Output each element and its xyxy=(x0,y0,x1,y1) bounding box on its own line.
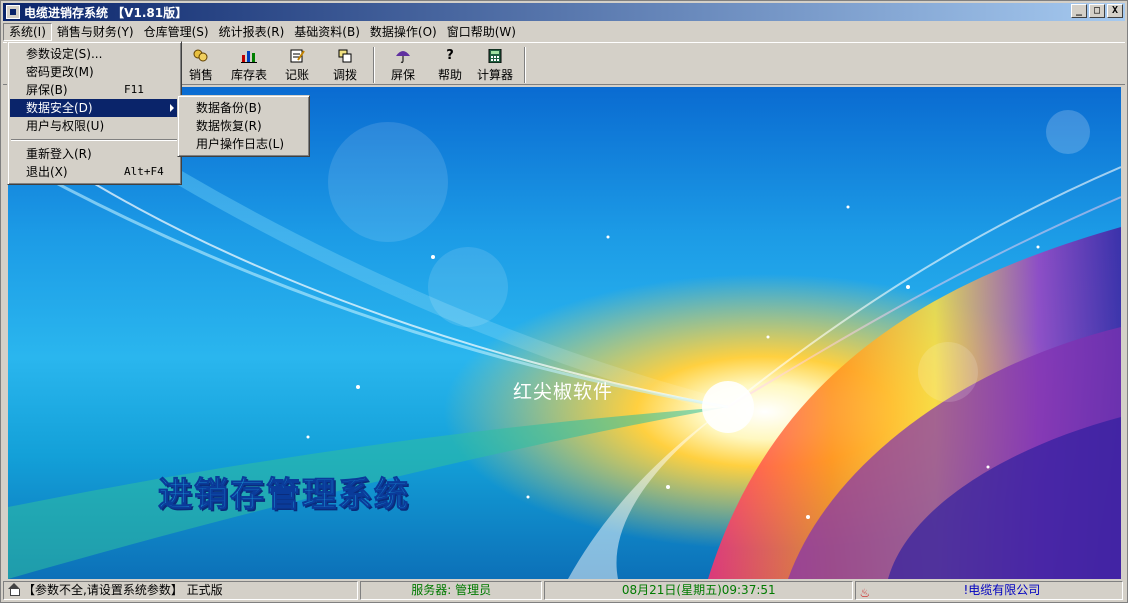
menu-item-label: 用户与权限(U) xyxy=(26,119,105,133)
status-datetime-panel: 08月21日(星期五)09:37:51 xyxy=(544,581,854,600)
toolbar-separator xyxy=(373,47,375,83)
toolbar-separator xyxy=(524,47,526,83)
title-bar[interactable]: 电缆进销存系统 【V1.81版】 _ □ X xyxy=(3,3,1125,21)
home-icon xyxy=(7,583,21,596)
system-title-logo: 进销存管理系统 xyxy=(158,475,410,516)
window-title: 电缆进销存系统 【V1.81版】 xyxy=(24,5,188,20)
toolbar-inventory-label: 库存表 xyxy=(230,68,267,82)
menu-item-label: 参数设定(S)... xyxy=(26,47,103,61)
menu-warehouse[interactable]: 仓库管理(S) xyxy=(139,23,214,41)
submenu-item-operation-log[interactable]: 用户操作日志(L) xyxy=(180,135,307,153)
app-icon xyxy=(6,5,20,19)
menu-item-screensaver[interactable]: 屏保(B) F11 xyxy=(10,81,179,99)
flag-icon: ♨ xyxy=(859,586,871,600)
toolbar-calculator-label: 计算器 xyxy=(476,68,513,82)
toolbar-screensaver-label: 屏保 xyxy=(390,68,415,82)
menu-item-relogin[interactable]: 重新登入(R) xyxy=(10,145,179,163)
maximize-button[interactable]: □ xyxy=(1089,4,1105,18)
window-controls: _ □ X xyxy=(1069,4,1123,18)
menu-item-label: 屏保(B) xyxy=(26,83,68,97)
minimize-button[interactable]: _ xyxy=(1071,4,1087,18)
menu-separator xyxy=(11,139,178,141)
transfer-icon xyxy=(337,49,353,63)
menu-basic-data[interactable]: 基础资料(B) xyxy=(289,23,365,41)
toolbar-calculator-button[interactable]: 计算器 xyxy=(475,47,515,83)
ledger-icon xyxy=(289,49,305,63)
menu-item-exit[interactable]: 退出(X) Alt+F4 xyxy=(10,163,179,181)
menu-data-operations[interactable]: 数据操作(O) xyxy=(365,23,442,41)
submenu-item-backup[interactable]: 数据备份(B) xyxy=(180,99,307,117)
toolbar-sales-button[interactable]: 销售 xyxy=(181,47,221,83)
data-security-submenu: 数据备份(B) 数据恢复(R) 用户操作日志(L) xyxy=(177,95,310,157)
menu-item-users-permissions[interactable]: 用户与权限(U) xyxy=(10,117,179,135)
center-brand-text: 红尖椒软件 xyxy=(513,381,614,403)
close-button[interactable]: X xyxy=(1107,4,1123,18)
toolbar-help-label: 帮助 xyxy=(437,68,462,82)
menu-bar: 系统(I) 销售与财务(Y) 仓库管理(S) 统计报表(R) 基础资料(B) 数… xyxy=(3,22,1125,41)
status-message: 【参数不全,请设置系统参数】 正式版 xyxy=(23,583,223,597)
menu-item-label: 重新登入(R) xyxy=(26,147,92,161)
toolbar-inventory-button[interactable]: 库存表 xyxy=(229,47,269,83)
inventory-chart-icon xyxy=(241,49,257,63)
menu-reports[interactable]: 统计报表(R) xyxy=(214,23,290,41)
menu-item-shortcut: Alt+F4 xyxy=(124,165,164,178)
system-menu-dropdown: 参数设定(S)... 密码更改(M) 屏保(B) F11 数据安全(D) 用户与权… xyxy=(7,41,182,185)
menu-system[interactable]: 系统(I) xyxy=(3,22,52,41)
toolbar-transfer-label: 调拨 xyxy=(332,68,357,82)
sales-icon xyxy=(193,49,209,63)
toolbar-screensaver-button[interactable]: 屏保 xyxy=(383,47,423,83)
status-company: !电缆有限公司 xyxy=(963,583,1041,597)
help-icon: ? xyxy=(446,48,454,63)
toolbar-sales-label: 销售 xyxy=(188,68,213,82)
umbrella-icon xyxy=(395,49,411,63)
menu-item-label: 密码更改(M) xyxy=(26,65,94,79)
menu-item-label: 退出(X) xyxy=(26,165,68,179)
menu-item-label: 数据安全(D) xyxy=(26,101,93,115)
menu-item-parameter-settings[interactable]: 参数设定(S)... xyxy=(10,45,179,63)
submenu-item-restore[interactable]: 数据恢复(R) xyxy=(180,117,307,135)
submenu-arrow-icon xyxy=(170,104,174,112)
menu-item-data-security[interactable]: 数据安全(D) xyxy=(10,99,179,117)
menu-sales-finance[interactable]: 销售与财务(Y) xyxy=(52,23,139,41)
toolbar-transfer-button[interactable]: 调拨 xyxy=(325,47,365,83)
status-message-panel: 【参数不全,请设置系统参数】 正式版 xyxy=(3,581,359,600)
menu-item-shortcut: F11 xyxy=(124,83,144,96)
calculator-icon xyxy=(487,48,503,64)
toolbar-ledger-label: 记账 xyxy=(284,68,309,82)
status-company-panel: ♨ !电缆有限公司 xyxy=(855,581,1123,600)
menu-window-help[interactable]: 窗口帮助(W) xyxy=(442,23,521,41)
toolbar-ledger-button[interactable]: 记账 xyxy=(277,47,317,83)
status-server-panel: 服务器: 管理员 xyxy=(360,581,543,600)
status-bar: 【参数不全,请设置系统参数】 正式版 服务器: 管理员 08月21日(星期五)0… xyxy=(3,581,1125,601)
menu-item-change-password[interactable]: 密码更改(M) xyxy=(10,63,179,81)
toolbar-help-button[interactable]: ? 帮助 xyxy=(430,47,470,83)
